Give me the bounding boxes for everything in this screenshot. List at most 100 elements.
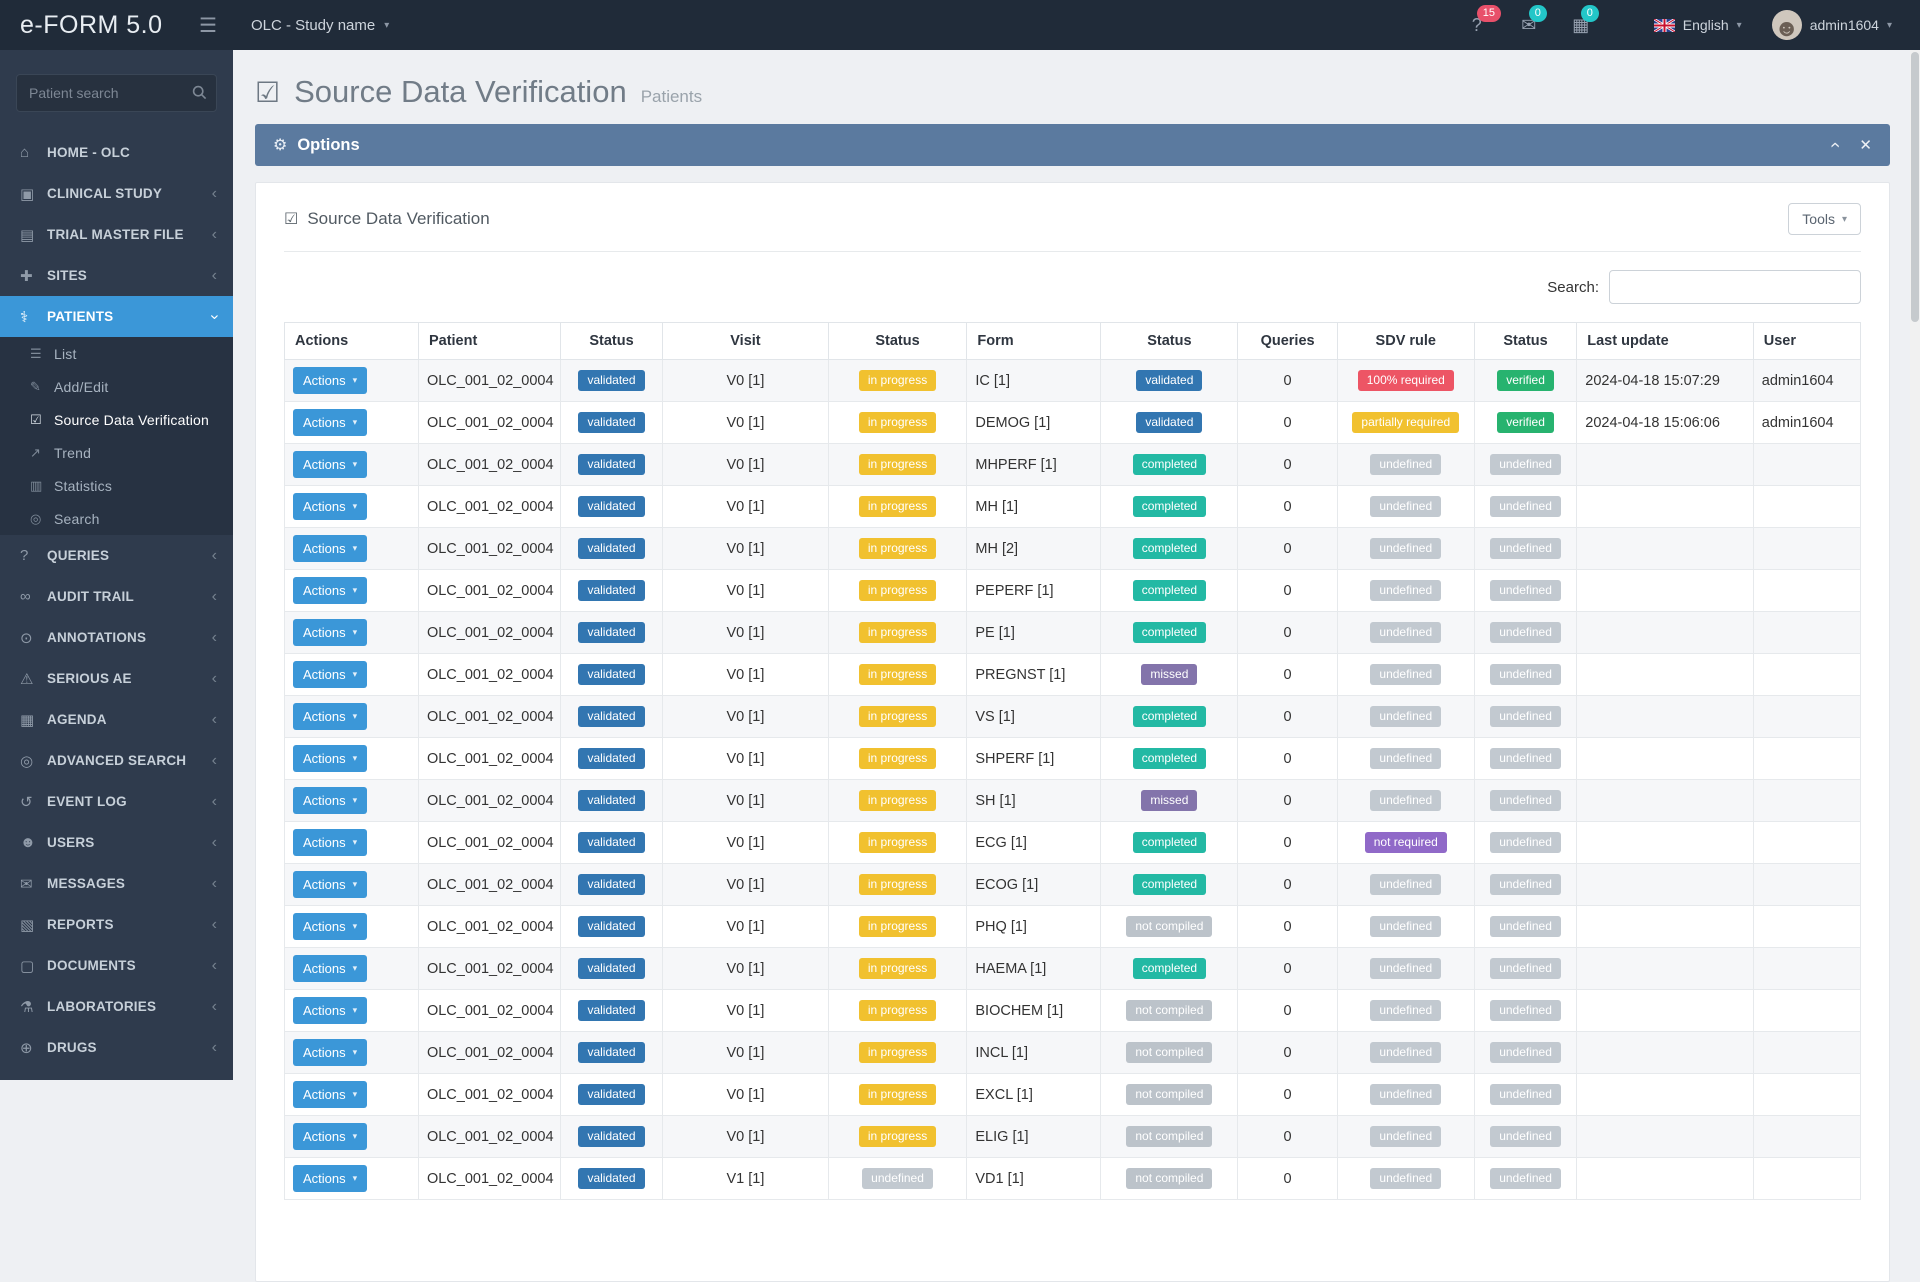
user-cell: [1753, 1116, 1860, 1158]
tools-button[interactable]: Tools ▾: [1788, 203, 1861, 235]
help-icon[interactable]: ? 15: [1466, 15, 1488, 36]
sdv-status-badge: undefined: [1490, 664, 1561, 685]
check-square-icon: ☑: [284, 209, 298, 229]
language-menu[interactable]: English ▾: [1654, 17, 1742, 33]
chevron-icon: ‹: [206, 314, 222, 319]
row-actions-button[interactable]: Actions ▾: [293, 787, 367, 814]
row-actions-button[interactable]: Actions ▾: [293, 703, 367, 730]
row-actions-button[interactable]: Actions ▾: [293, 661, 367, 688]
sidebar-item-clinical-study[interactable]: ▣ CLINICAL STUDY ‹: [0, 173, 233, 214]
calendar-icon[interactable]: ▦ 0: [1570, 15, 1592, 36]
row-actions-button[interactable]: Actions ▾: [293, 871, 367, 898]
form-status-badge: missed: [1141, 664, 1197, 685]
sdv-rule-badge: undefined: [1370, 958, 1441, 979]
sidebar-item-messages[interactable]: ✉ MESSAGES ‹: [0, 863, 233, 904]
study-selector[interactable]: OLC - Study name ▾: [251, 17, 389, 34]
row-actions-button[interactable]: Actions ▾: [293, 745, 367, 772]
sidebar-item-patients[interactable]: ⚕ PATIENTS ‹: [0, 296, 233, 337]
sidebar-item-serious-ae[interactable]: ⚠ SERIOUS AE ‹: [0, 658, 233, 699]
row-actions-button[interactable]: Actions ▾: [293, 829, 367, 856]
column-header[interactable]: Status: [828, 323, 967, 360]
row-actions-button[interactable]: Actions ▾: [293, 1039, 367, 1066]
caret-down-icon: ▾: [1737, 20, 1742, 31]
user-cell: [1753, 906, 1860, 948]
collapse-panel-icon[interactable]: ‹: [1827, 142, 1845, 148]
column-header[interactable]: Queries: [1238, 323, 1337, 360]
sidebar-subitem-label: Trend: [54, 445, 217, 461]
sdv-rule-badge: undefined: [1370, 916, 1441, 937]
sidebar-item-audit-trail[interactable]: ∞ AUDIT TRAIL ‹: [0, 576, 233, 617]
row-actions-button[interactable]: Actions ▾: [293, 997, 367, 1024]
sidebar-item-trial-master-file[interactable]: ▤ TRIAL MASTER FILE ‹: [0, 214, 233, 255]
hamburger-menu-icon[interactable]: ☰: [199, 13, 217, 38]
sidebar-item-event-log[interactable]: ↺ EVENT LOG ‹: [0, 781, 233, 822]
sdv-status-badge: undefined: [1490, 622, 1561, 643]
column-header[interactable]: Patient: [418, 323, 560, 360]
user-cell: [1753, 612, 1860, 654]
row-actions-button[interactable]: Actions ▾: [293, 577, 367, 604]
patient-cell: OLC_001_02_0004: [418, 402, 560, 444]
form-status-badge: completed: [1133, 538, 1206, 559]
table-row: Actions ▾ OLC_001_02_0004 validated V0 […: [285, 654, 1861, 696]
patient-status-badge: validated: [578, 916, 644, 937]
sidebar-item-documents[interactable]: ▢ DOCUMENTS ‹: [0, 945, 233, 986]
row-actions-button[interactable]: Actions ▾: [293, 1123, 367, 1150]
list-icon: ☰: [30, 346, 54, 362]
visit-cell: V0 [1]: [663, 654, 828, 696]
patient-search-input[interactable]: [16, 74, 217, 112]
row-actions-button[interactable]: Actions ▾: [293, 1081, 367, 1108]
sidebar-item-users[interactable]: ☻ USERS ‹: [0, 822, 233, 863]
sidebar-item-reports[interactable]: ▧ REPORTS ‹: [0, 904, 233, 945]
sidebar-item-laboratories[interactable]: ⚗ LABORATORIES ‹: [0, 986, 233, 1027]
column-header[interactable]: Status: [1474, 323, 1576, 360]
visit-cell: V0 [1]: [663, 1116, 828, 1158]
column-header[interactable]: Actions: [285, 323, 419, 360]
caret-down-icon: ▾: [353, 795, 358, 806]
sidebar-subitem-search[interactable]: ◎ Search: [0, 502, 233, 535]
close-panel-icon[interactable]: ✕: [1859, 138, 1872, 153]
sidebar-item-drugs[interactable]: ⊕ DRUGS ‹: [0, 1027, 233, 1068]
column-header[interactable]: Form: [967, 323, 1101, 360]
user-menu[interactable]: ☻ admin1604 ▾: [1772, 10, 1892, 40]
form-status-badge: completed: [1133, 580, 1206, 601]
chevron-icon: ‹: [212, 1040, 217, 1056]
row-actions-button[interactable]: Actions ▾: [293, 1165, 367, 1192]
form-cell: ECOG [1]: [967, 864, 1101, 906]
table-row: Actions ▾ OLC_001_02_0004 validated V0 […: [285, 990, 1861, 1032]
row-actions-button[interactable]: Actions ▾: [293, 535, 367, 562]
messages-icon[interactable]: ✉ 0: [1518, 15, 1540, 36]
sidebar-item-queries[interactable]: ? QUERIES ‹: [0, 535, 233, 576]
column-header[interactable]: User: [1753, 323, 1860, 360]
sidebar-item-annotations[interactable]: ⊙ ANNOTATIONS ‹: [0, 617, 233, 658]
row-actions-button[interactable]: Actions ▾: [293, 451, 367, 478]
form-cell: VD1 [1]: [967, 1158, 1101, 1200]
row-actions-button[interactable]: Actions ▾: [293, 619, 367, 646]
sidebar-subitem-list[interactable]: ☰ List: [0, 337, 233, 370]
sidebar-item-label: AGENDA: [47, 712, 212, 727]
sidebar-item-home-olc[interactable]: ⌂ HOME - OLC ‹: [0, 132, 233, 173]
scrollbar-thumb[interactable]: [1911, 52, 1919, 322]
row-actions-button[interactable]: Actions ▾: [293, 409, 367, 436]
sidebar-item-agenda[interactable]: ▦ AGENDA ‹: [0, 699, 233, 740]
sidebar-subitem-add-edit[interactable]: ✎ Add/Edit: [0, 370, 233, 403]
row-actions-button[interactable]: Actions ▾: [293, 955, 367, 982]
form-status-badge: not compiled: [1126, 1126, 1212, 1147]
chevron-icon: ‹: [212, 794, 217, 810]
column-header[interactable]: Last update: [1577, 323, 1754, 360]
sidebar-item-advanced-search[interactable]: ◎ ADVANCED SEARCH ‹: [0, 740, 233, 781]
sidebar-subitem-statistics[interactable]: ▥ Statistics: [0, 469, 233, 502]
row-actions-button[interactable]: Actions ▾: [293, 493, 367, 520]
column-header[interactable]: Visit: [663, 323, 828, 360]
column-header[interactable]: Status: [560, 323, 662, 360]
patient-status-badge: validated: [578, 538, 644, 559]
column-header[interactable]: SDV rule: [1337, 323, 1474, 360]
column-header[interactable]: Status: [1101, 323, 1238, 360]
sidebar-item-sites[interactable]: ✚ SITES ‹: [0, 255, 233, 296]
table-search-input[interactable]: [1609, 270, 1861, 304]
sidebar-subitem-trend[interactable]: ↗ Trend: [0, 436, 233, 469]
row-actions-button[interactable]: Actions ▾: [293, 367, 367, 394]
link-icon: ∞: [20, 588, 47, 605]
row-actions-button[interactable]: Actions ▾: [293, 913, 367, 940]
sidebar-subitem-source-data-verification[interactable]: ☑ Source Data Verification: [0, 403, 233, 436]
pencil-icon: ✎: [30, 379, 54, 395]
